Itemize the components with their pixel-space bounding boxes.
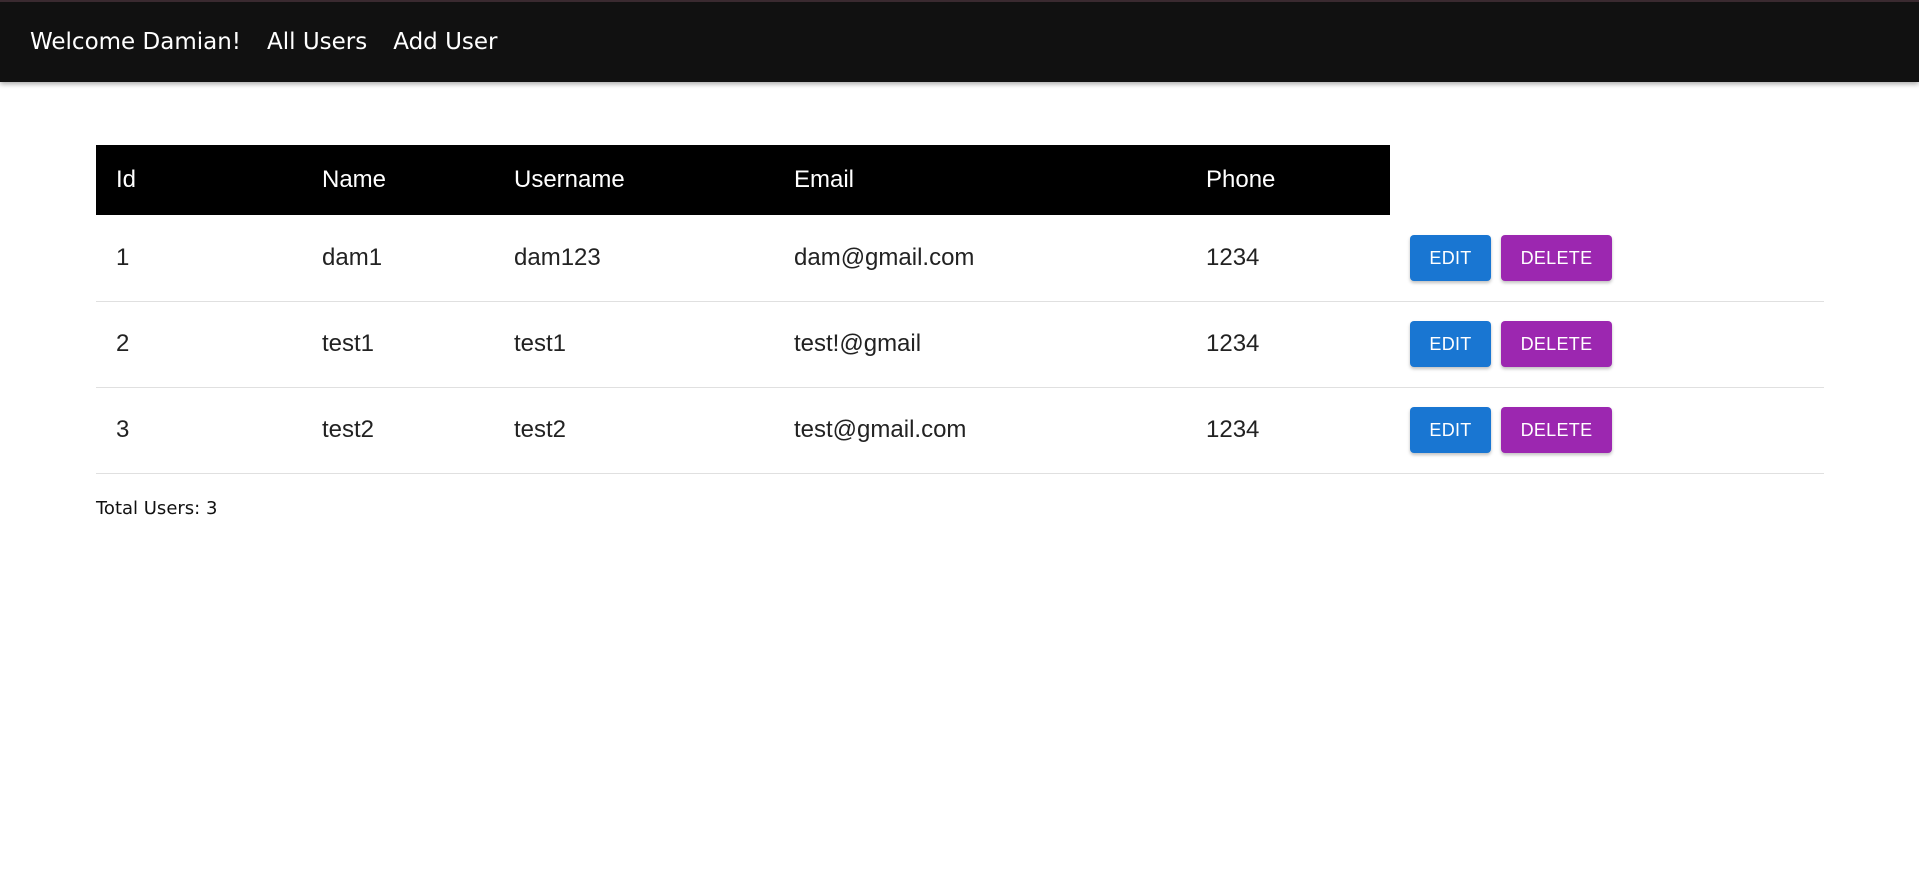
cell-username: dam123 (494, 215, 774, 302)
table-row: 2 test1 test1 test!@gmail 1234 EDIT DELET… (96, 301, 1824, 388)
cell-actions: EDIT DELETE (1390, 301, 1824, 388)
delete-button[interactable]: DELETE (1501, 234, 1612, 281)
header-email: Email (774, 145, 1186, 215)
table-row: 1 dam1 dam123 dam@gmail.com 1234 EDIT DEL… (96, 215, 1824, 302)
cell-id: 3 (96, 387, 302, 474)
table-row: 3 test2 test2 test@gmail.com 1234 EDIT DE… (96, 387, 1824, 474)
cell-username: test2 (494, 387, 774, 474)
header-name: Name (302, 145, 494, 215)
cell-phone: 1234 (1186, 301, 1390, 388)
cell-email: test@gmail.com (774, 387, 1186, 474)
cell-phone: 1234 (1186, 387, 1390, 474)
header-phone: Phone (1186, 145, 1390, 215)
table-header-row: Id Name Username Email Phone (96, 145, 1824, 215)
cell-name: test1 (302, 301, 494, 388)
users-table-container: Id Name Username Email Phone 1 dam1 dam1… (96, 145, 1824, 474)
cell-id: 2 (96, 301, 302, 388)
cell-name: test2 (302, 387, 494, 474)
cell-username: test1 (494, 301, 774, 388)
cell-actions: EDIT DELETE (1390, 387, 1824, 474)
header-username: Username (494, 145, 774, 215)
edit-button[interactable]: EDIT (1410, 407, 1491, 453)
edit-button[interactable]: EDIT (1410, 234, 1491, 281)
cell-id: 1 (96, 215, 302, 302)
delete-button[interactable]: DELETE (1501, 321, 1612, 367)
top-nav-bar: Welcome Damian! All Users Add User (0, 0, 1919, 82)
cell-actions: EDIT DELETE (1390, 215, 1824, 302)
nav-all-users-link[interactable]: All Users (267, 29, 367, 55)
edit-button[interactable]: EDIT (1410, 321, 1491, 367)
total-users-count: Total Users: 3 (96, 498, 218, 519)
cell-email: test!@gmail (774, 301, 1186, 388)
cell-phone: 1234 (1186, 215, 1390, 302)
header-id: Id (96, 145, 302, 215)
cell-name: dam1 (302, 215, 494, 302)
nav-welcome-link[interactable]: Welcome Damian! (30, 29, 241, 55)
cell-email: dam@gmail.com (774, 215, 1186, 302)
users-table: Id Name Username Email Phone 1 dam1 dam1… (96, 145, 1824, 474)
nav-add-user-link[interactable]: Add User (393, 29, 497, 55)
delete-button[interactable]: DELETE (1501, 407, 1612, 453)
header-actions (1390, 145, 1824, 215)
